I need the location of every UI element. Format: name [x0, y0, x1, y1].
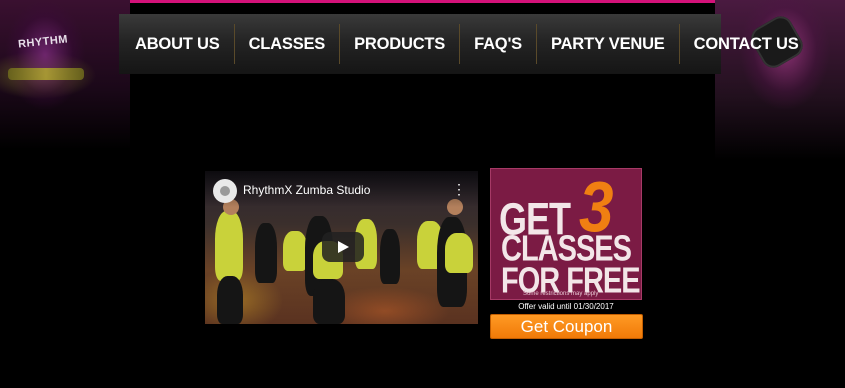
thumbnail-dancer — [380, 229, 400, 284]
nav-item-products[interactable]: PRODUCTS — [339, 24, 459, 64]
play-icon — [338, 241, 349, 253]
nav-item-about-us[interactable]: ABOUT US — [121, 24, 234, 64]
thumbnail-dancer — [217, 276, 243, 324]
get-coupon-button[interactable]: Get Coupon — [490, 314, 643, 339]
dancer-belt — [8, 68, 84, 80]
thumbnail-dancer — [255, 223, 277, 283]
thumbnail-dancer — [215, 211, 243, 281]
main-nav: ABOUT US CLASSES PRODUCTS FAQ'S PARTY VE… — [119, 14, 799, 74]
more-vert-icon[interactable]: ⋮ — [452, 182, 466, 196]
thumbnail-dancer — [445, 233, 473, 273]
thumbnail-dancer — [283, 231, 307, 271]
promo-banner: GET 3 CLASSES FOR FREE Some restrictions… — [490, 168, 642, 300]
hero-dancer-left-image: RHYTHM — [0, 0, 130, 150]
nav-item-party-venue[interactable]: PARTY VENUE — [535, 24, 679, 64]
play-button[interactable] — [322, 232, 364, 262]
thumbnail-dancer — [313, 279, 345, 324]
video-title[interactable]: RhythmX Zumba Studio — [243, 183, 370, 197]
shirt-logo-text: RHYTHM — [17, 33, 69, 51]
promo-restrictions: Some restrictions may apply — [523, 291, 599, 297]
nav-item-faqs[interactable]: FAQ'S — [459, 24, 536, 64]
nav-item-classes[interactable]: CLASSES — [233, 24, 340, 64]
offer-valid-text: Offer valid until 01/30/2017 — [518, 302, 614, 311]
channel-avatar[interactable] — [213, 179, 237, 203]
video-player[interactable]: RhythmX Zumba Studio ⋮ — [205, 171, 478, 324]
nav-item-contact-us[interactable]: CONTACT US — [678, 24, 813, 64]
